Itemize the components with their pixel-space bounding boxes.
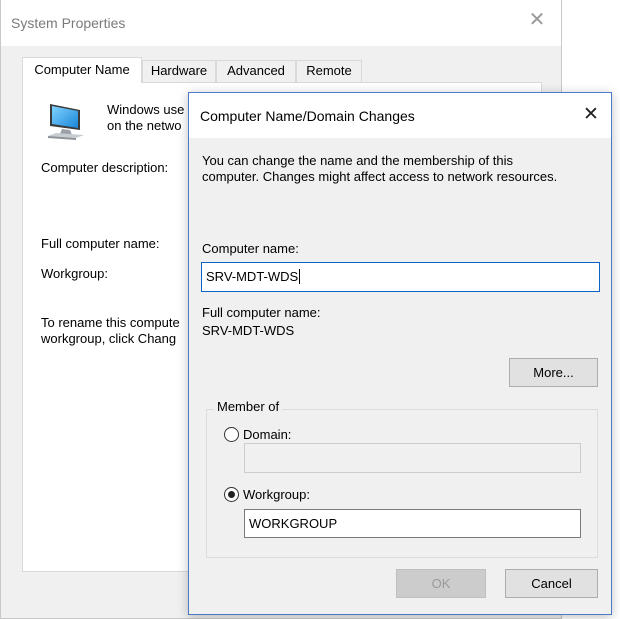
workgroup-radio[interactable] — [224, 487, 239, 502]
dialog-description-line1: You can change the name and the membersh… — [202, 153, 514, 168]
close-icon[interactable]: ✕ — [527, 10, 547, 30]
ok-button[interactable]: OK — [396, 569, 486, 598]
radio-selected-dot — [228, 491, 235, 498]
domain-radio[interactable] — [224, 427, 239, 442]
computer-name-input[interactable]: SRV-MDT-WDS — [201, 262, 600, 292]
close-icon[interactable]: ✕ — [581, 105, 601, 125]
computer-name-domain-changes-dialog: Computer Name/Domain Changes ✕ You can c… — [188, 92, 612, 615]
workgroup-label[interactable]: Workgroup: — [243, 487, 310, 503]
dialog-titlebar: Computer Name/Domain Changes ✕ — [189, 93, 611, 138]
cancel-button[interactable]: Cancel — [505, 569, 598, 598]
computer-description-label: Computer description: — [41, 160, 169, 175]
computer-monitor-icon — [48, 104, 84, 140]
tab-remote[interactable]: Remote — [296, 60, 362, 82]
member-of-label: Member of — [214, 399, 283, 414]
domain-input[interactable] — [244, 443, 581, 473]
tab-computer-name[interactable]: Computer Name — [22, 57, 142, 83]
dialog-title: Computer Name/Domain Changes — [200, 108, 415, 124]
tab-advanced[interactable]: Advanced — [216, 60, 296, 82]
intro-text-line1: Windows use — [107, 102, 185, 117]
full-computer-name-label: Full computer name: — [41, 236, 160, 251]
rename-text-line1: To rename this compute — [41, 315, 180, 330]
workgroup-input[interactable]: WORKGROUP — [244, 509, 581, 538]
workgroup-label: Workgroup: — [41, 266, 108, 281]
computer-name-value: SRV-MDT-WDS — [206, 269, 299, 284]
computer-name-label: Computer name: — [202, 241, 299, 256]
intro-text-line2: on the netwo — [107, 118, 182, 133]
system-properties-title: System Properties — [11, 15, 126, 31]
system-properties-titlebar: System Properties ✕ — [1, 0, 561, 46]
domain-label[interactable]: Domain: — [243, 427, 291, 443]
dialog-description-line2: computer. Changes might affect access to… — [202, 169, 558, 184]
full-computer-name-value: SRV-MDT-WDS — [202, 323, 295, 338]
full-computer-name-label: Full computer name: — [202, 305, 321, 320]
tab-hardware[interactable]: Hardware — [142, 60, 216, 82]
rename-text-line2: workgroup, click Chang — [41, 331, 177, 346]
text-caret — [299, 269, 301, 284]
more-button[interactable]: More... — [509, 358, 598, 387]
